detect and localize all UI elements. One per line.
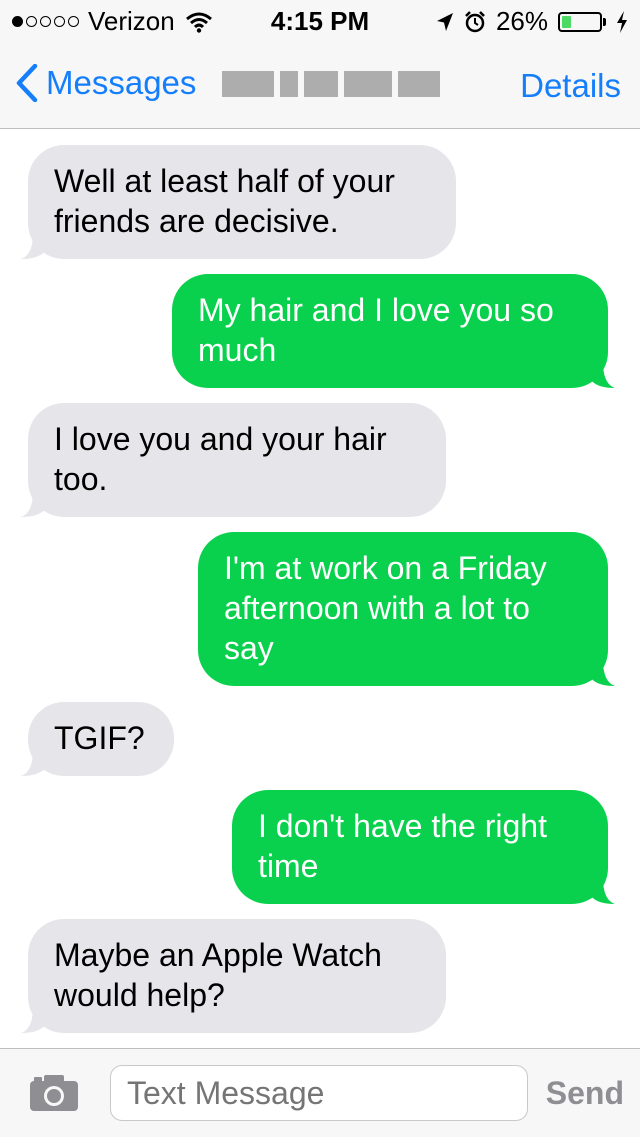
message-bubble-outgoing[interactable]: I don't have the right time (232, 790, 615, 904)
message-text: Maybe an Apple Watch would help? (54, 937, 382, 1013)
send-button[interactable]: Send (546, 1075, 624, 1112)
message-bubble-outgoing[interactable]: My hair and I love you so much (172, 274, 615, 388)
message-text: My hair and I love you so much (198, 292, 554, 368)
message-text: I love you and your hair too. (54, 421, 387, 497)
chevron-left-icon (16, 64, 38, 102)
battery-percent: 26% (495, 6, 548, 36)
message-composer: Send (0, 1048, 640, 1137)
battery-icon (558, 11, 606, 32)
details-button[interactable]: Details (520, 67, 621, 105)
back-button-label: Messages (46, 64, 197, 101)
contact-name-redacted[interactable] (222, 67, 452, 101)
message-text: TGIF? (54, 720, 145, 756)
message-bubble-outgoing[interactable]: I'm at work on a Friday afternoon with a… (198, 532, 615, 686)
message-bubble-incoming[interactable]: I love you and your hair too. (21, 403, 446, 517)
message-text: Well at least half of your friends are d… (54, 163, 395, 239)
back-button[interactable]: Messages (16, 64, 196, 102)
message-bubble-incoming[interactable]: TGIF? (21, 702, 174, 776)
message-bubble-incoming[interactable]: Well at least half of your friends are d… (21, 145, 456, 259)
alarm-icon (465, 10, 485, 32)
location-arrow-icon (436, 12, 453, 31)
message-input[interactable] (110, 1065, 528, 1121)
status-bar: Verizon 4:15 PM 26% (0, 0, 640, 40)
navigation-bar: Messages Details (0, 40, 640, 128)
camera-icon[interactable] (28, 1073, 80, 1113)
charging-bolt-icon (617, 10, 627, 33)
message-text: I'm at work on a Friday afternoon with a… (224, 550, 547, 666)
message-bubble-incoming[interactable]: Maybe an Apple Watch would help? (21, 919, 446, 1033)
message-text: I don't have the right time (258, 808, 547, 884)
top-header: Verizon 4:15 PM 26% Messages Details (0, 0, 640, 129)
